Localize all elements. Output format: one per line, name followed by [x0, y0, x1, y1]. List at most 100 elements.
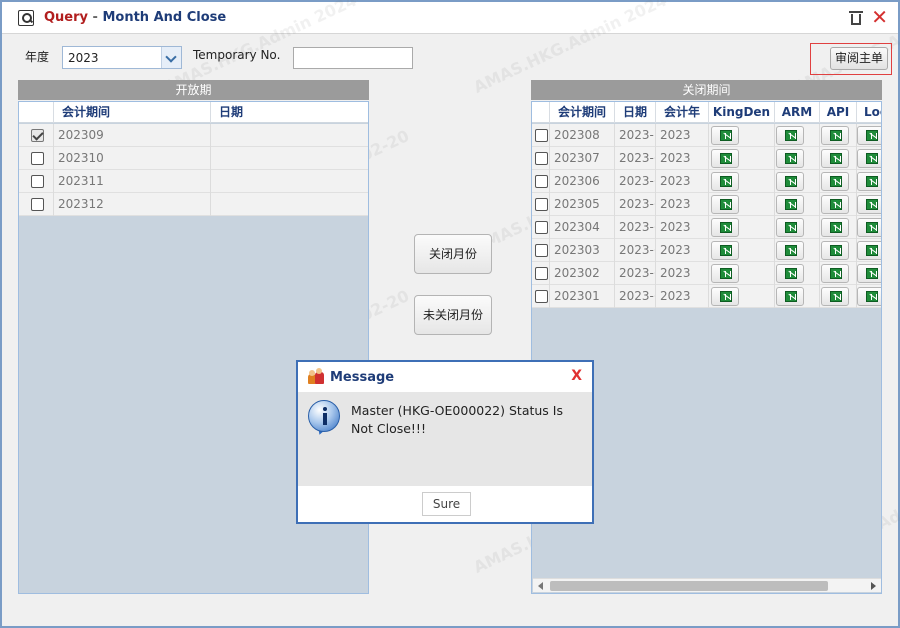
- api-cell: [820, 147, 857, 170]
- chevron-down-icon[interactable]: [161, 47, 181, 68]
- export-button[interactable]: [857, 241, 881, 260]
- row-select-cell: [532, 239, 550, 262]
- year-select[interactable]: 2023: [62, 46, 182, 69]
- table-row[interactable]: 202308 2023- 2023: [532, 124, 881, 147]
- table-row[interactable]: 202301 2023-(2023: [532, 285, 881, 308]
- table-row[interactable]: 202304 2023-(2023: [532, 216, 881, 239]
- row-checkbox[interactable]: [535, 244, 548, 257]
- kingden-cell: [709, 147, 775, 170]
- export-button[interactable]: [711, 264, 739, 283]
- export-button[interactable]: [711, 172, 739, 191]
- scroll-left-icon[interactable]: [538, 582, 543, 590]
- table-row[interactable]: 202306 2023-(2023: [532, 170, 881, 193]
- arm-cell: [775, 170, 820, 193]
- table-row[interactable]: 202311: [19, 170, 368, 193]
- header-date[interactable]: 日期: [211, 102, 368, 123]
- sure-button[interactable]: Sure: [422, 492, 471, 516]
- year-label: 年度: [25, 50, 50, 64]
- export-button[interactable]: [857, 287, 881, 306]
- export-button[interactable]: [776, 218, 804, 237]
- export-button[interactable]: [821, 264, 849, 283]
- temporary-no-input[interactable]: [293, 47, 413, 69]
- export-button[interactable]: [821, 126, 849, 145]
- row-checkbox[interactable]: [535, 221, 548, 234]
- export-button[interactable]: [821, 218, 849, 237]
- header-api[interactable]: API: [820, 102, 857, 123]
- export-button[interactable]: [711, 218, 739, 237]
- scroll-thumb[interactable]: [550, 581, 828, 591]
- header-date[interactable]: 日期: [615, 102, 656, 123]
- export-button[interactable]: [776, 241, 804, 260]
- excel-icon: [720, 199, 732, 210]
- export-button[interactable]: [821, 287, 849, 306]
- table-row[interactable]: 202309: [19, 124, 368, 147]
- export-button[interactable]: [776, 264, 804, 283]
- export-button[interactable]: [776, 195, 804, 214]
- export-button[interactable]: [821, 149, 849, 168]
- export-button[interactable]: [711, 126, 739, 145]
- message-dialog: Message X Master (HKG-OE000022) Status I…: [296, 360, 594, 524]
- table-row[interactable]: 202303 2023-(2023: [532, 239, 881, 262]
- date-cell: 2023-(: [615, 262, 656, 285]
- close-icon[interactable]: ✕: [871, 7, 888, 27]
- export-button[interactable]: [821, 195, 849, 214]
- date-cell: 2023-(: [615, 216, 656, 239]
- export-button[interactable]: [857, 149, 881, 168]
- date-cell: 2023-(: [615, 239, 656, 262]
- review-master-button[interactable]: 审阅主单: [830, 47, 888, 70]
- table-row[interactable]: 202305 2023-(2023: [532, 193, 881, 216]
- row-checkbox[interactable]: [535, 129, 548, 142]
- row-checkbox[interactable]: [535, 175, 548, 188]
- header-period[interactable]: 会计期间: [550, 102, 615, 123]
- unclose-month-button[interactable]: 未关闭月份: [414, 295, 492, 335]
- period-cell: 202301: [550, 285, 615, 308]
- year-cell: 2023: [656, 124, 709, 147]
- row-select-cell: [532, 216, 550, 239]
- header-period[interactable]: 会计期间: [54, 102, 211, 123]
- export-button[interactable]: [857, 172, 881, 191]
- table-row[interactable]: 202310: [19, 147, 368, 170]
- window-title-month-close: Month And Close: [102, 10, 227, 25]
- excel-icon: [866, 222, 878, 233]
- header-arm[interactable]: ARM: [775, 102, 820, 123]
- row-checkbox[interactable]: [31, 198, 44, 211]
- row-checkbox[interactable]: [535, 152, 548, 165]
- export-button[interactable]: [711, 287, 739, 306]
- export-button[interactable]: [711, 149, 739, 168]
- header-loc[interactable]: Loc: [857, 102, 881, 123]
- export-button[interactable]: [776, 149, 804, 168]
- export-button[interactable]: [776, 126, 804, 145]
- period-cell: 202312: [54, 193, 211, 216]
- export-button[interactable]: [776, 287, 804, 306]
- row-checkbox[interactable]: [535, 290, 548, 303]
- export-button[interactable]: [857, 264, 881, 283]
- row-checkbox[interactable]: [535, 198, 548, 211]
- header-kingden[interactable]: KingDen: [709, 102, 775, 123]
- year-cell: 2023: [656, 170, 709, 193]
- close-month-button[interactable]: 关闭月份: [414, 234, 492, 274]
- trash-icon[interactable]: [849, 11, 863, 25]
- export-button[interactable]: [711, 241, 739, 260]
- table-row[interactable]: 202302 2023-(2023: [532, 262, 881, 285]
- dialog-close-button[interactable]: X: [571, 368, 582, 384]
- export-button[interactable]: [857, 195, 881, 214]
- table-row[interactable]: 202307 2023-(2023: [532, 147, 881, 170]
- header-year[interactable]: 会计年: [656, 102, 709, 123]
- export-button[interactable]: [857, 126, 881, 145]
- export-button[interactable]: [711, 195, 739, 214]
- row-checkbox[interactable]: [31, 129, 44, 142]
- scroll-right-icon[interactable]: [871, 582, 876, 590]
- horizontal-scrollbar[interactable]: [533, 578, 881, 592]
- row-select-cell: [19, 124, 54, 147]
- export-button[interactable]: [776, 172, 804, 191]
- row-checkbox[interactable]: [535, 267, 548, 280]
- excel-icon: [866, 176, 878, 187]
- api-cell: [820, 170, 857, 193]
- row-checkbox[interactable]: [31, 175, 44, 188]
- export-button[interactable]: [821, 172, 849, 191]
- export-button[interactable]: [857, 218, 881, 237]
- export-button[interactable]: [821, 241, 849, 260]
- row-checkbox[interactable]: [31, 152, 44, 165]
- loc-cell: [857, 285, 881, 308]
- table-row[interactable]: 202312: [19, 193, 368, 216]
